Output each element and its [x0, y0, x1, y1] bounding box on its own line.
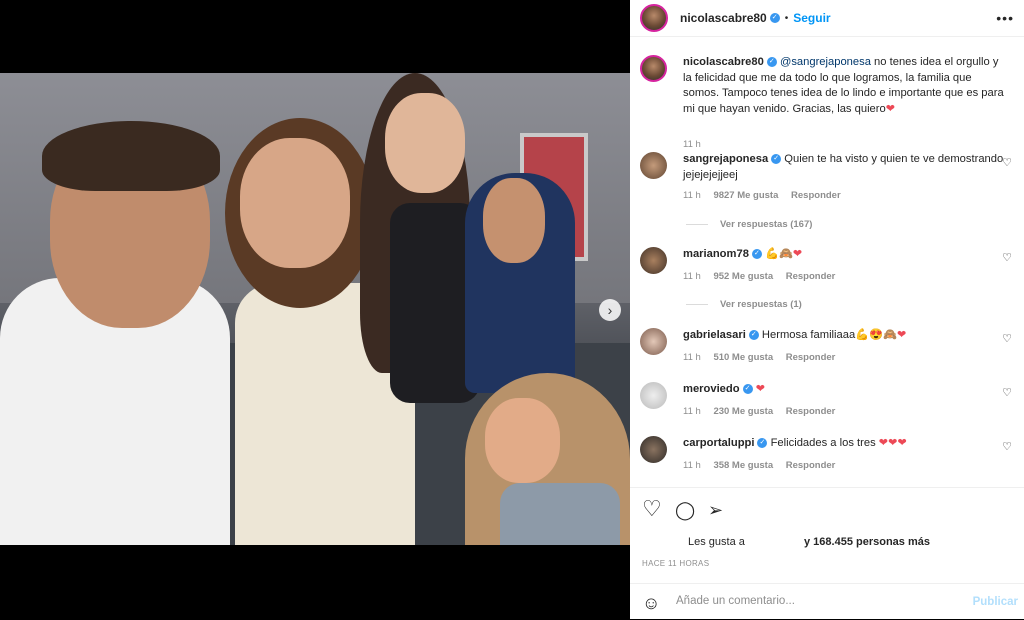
- caption-author-avatar[interactable]: [640, 55, 667, 82]
- comment-input[interactable]: [674, 594, 958, 608]
- more-options-icon[interactable]: •••: [996, 10, 1014, 26]
- caption-meta: 11 h: [683, 139, 711, 150]
- verified-badge-icon: ✓: [757, 438, 768, 449]
- comment-likes[interactable]: 952 Me gusta: [713, 271, 773, 282]
- comment-time: 11 h: [683, 271, 701, 282]
- like-comment-heart-icon[interactable]: ♡: [1002, 386, 1012, 399]
- verified-badge-icon: ✓: [748, 330, 759, 341]
- commenter-username[interactable]: gabrielasari: [683, 329, 746, 341]
- verified-badge-icon: ✓: [742, 384, 753, 395]
- photo-blonde-top: [500, 483, 620, 545]
- comment-text: 💪🙈: [765, 248, 793, 260]
- commenter-avatar[interactable]: [640, 382, 667, 409]
- like-comment-heart-icon[interactable]: ♡: [1002, 251, 1012, 264]
- comment-text-block: gabrielasari ✓ Hermosa familiaaa💪😍🙈❤: [683, 328, 1005, 344]
- reply-button[interactable]: Responder: [786, 406, 836, 417]
- comment-text-block: sangrejaponesa ✓ Quien te ha visto y quie…: [683, 152, 1005, 183]
- comment-meta: 11 h 9827 Me gusta Responder: [683, 190, 851, 201]
- view-replies-button[interactable]: Ver respuestas (167): [686, 219, 812, 230]
- post-time-ago: HACE 11 HORAS: [642, 559, 710, 568]
- photo-man-hair: [42, 121, 220, 191]
- comment-time: 11 h: [683, 406, 701, 417]
- commenter-avatar[interactable]: [640, 152, 667, 179]
- caption-time: 11 h: [683, 139, 701, 150]
- like-comment-heart-icon[interactable]: ♡: [1002, 332, 1012, 345]
- caption-author-username[interactable]: nicolascabre80: [683, 56, 764, 68]
- comments-list[interactable]: nicolascabre80 ✓ @sangrejaponesa no tenes…: [630, 37, 1024, 487]
- verified-badge-icon: ✓: [766, 57, 777, 68]
- photo-woman-face: [385, 93, 465, 193]
- comment-time: 11 h: [683, 460, 701, 471]
- view-replies-button[interactable]: Ver respuestas (1): [686, 299, 802, 310]
- reply-button[interactable]: Responder: [791, 190, 841, 201]
- comment-icon[interactable]: ◯: [675, 500, 695, 521]
- likes-prefix: Les gusta a: [688, 536, 745, 548]
- red-heart-icon: ❤: [755, 383, 766, 395]
- share-icon[interactable]: ➢: [708, 500, 723, 521]
- red-heart-icon: ❤: [885, 102, 896, 115]
- comment-likes[interactable]: 510 Me gusta: [713, 352, 773, 363]
- like-heart-icon[interactable]: ♡: [642, 496, 662, 522]
- post-header: nicolascabre80 ✓ • Seguir •••: [630, 0, 1024, 37]
- likes-count: y 168.455 personas más: [804, 536, 930, 548]
- commenter-username[interactable]: carportaluppi: [683, 437, 754, 449]
- caption-mention-link[interactable]: @sangrejaponesa: [780, 56, 871, 68]
- commenter-username[interactable]: marianom78: [683, 248, 749, 260]
- photo-girl-face: [240, 138, 350, 268]
- verified-badge-icon: ✓: [771, 154, 782, 165]
- caption-text-block: nicolascabre80 ✓ @sangrejaponesa no tenes…: [683, 55, 1005, 117]
- emoji-icon[interactable]: ☺: [642, 593, 660, 614]
- comment-meta: 11 h 230 Me gusta Responder: [683, 406, 845, 417]
- photo-blonde-face: [485, 398, 560, 483]
- red-heart-icon: ❤: [792, 248, 803, 260]
- commenter-username[interactable]: meroviedo: [683, 383, 740, 395]
- author-avatar[interactable]: [640, 4, 668, 32]
- commenter-avatar[interactable]: [640, 247, 667, 274]
- reply-button[interactable]: Responder: [786, 352, 836, 363]
- post-actions-bar: ♡ ◯ ➢ Les gusta a y 168.455 personas más…: [630, 487, 1024, 583]
- comment-meta: 11 h 952 Me gusta Responder: [683, 271, 845, 282]
- comment-likes[interactable]: 9827 Me gusta: [713, 190, 778, 201]
- comment-meta: 11 h 510 Me gusta Responder: [683, 352, 845, 363]
- post-details-pane: nicolascabre80 ✓ • Seguir ••• nicolascab…: [630, 0, 1024, 619]
- commenter-username[interactable]: sangrejaponesa: [683, 153, 768, 165]
- photo-glasses-woman-face: [483, 178, 545, 263]
- likes-count-link[interactable]: y 168.455 personas más: [804, 536, 930, 548]
- publish-button[interactable]: Publicar: [973, 596, 1018, 608]
- comment-likes[interactable]: 230 Me gusta: [713, 406, 773, 417]
- reply-button[interactable]: Responder: [786, 460, 836, 471]
- red-heart-icon: ❤❤❤: [878, 437, 907, 449]
- comment-time: 11 h: [683, 352, 701, 363]
- comment-text-block: carportaluppi ✓ Felicidades a los tres ❤❤…: [683, 436, 1005, 452]
- reply-button[interactable]: Responder: [786, 271, 836, 282]
- add-comment-bar: ☺ Publicar: [630, 583, 1024, 620]
- comment-meta: 11 h 358 Me gusta Responder: [683, 460, 845, 471]
- commenter-avatar[interactable]: [640, 436, 667, 463]
- verified-badge-icon: ✓: [769, 13, 780, 23]
- post-photo[interactable]: [0, 73, 630, 545]
- separator-dot: •: [784, 12, 789, 24]
- comment-text-block: marianom78 ✓ 💪🙈❤: [683, 247, 1005, 263]
- follow-button[interactable]: Seguir: [793, 11, 830, 25]
- red-heart-icon: ❤: [896, 329, 907, 341]
- like-comment-heart-icon[interactable]: ♡: [1002, 440, 1012, 453]
- next-photo-button[interactable]: ›: [599, 299, 621, 321]
- post-media-pane: ›: [0, 0, 630, 619]
- comment-time: 11 h: [683, 190, 701, 201]
- comment-text: Felicidades a los tres: [770, 437, 876, 449]
- author-username[interactable]: nicolascabre80: [680, 11, 767, 25]
- like-comment-heart-icon[interactable]: ♡: [1002, 156, 1012, 169]
- verified-badge-icon: ✓: [751, 249, 762, 260]
- comment-likes[interactable]: 358 Me gusta: [713, 460, 773, 471]
- comment-text-block: meroviedo ✓ ❤: [683, 382, 1005, 398]
- comment-text: Hermosa familiaaa💪😍🙈: [761, 329, 897, 341]
- chevron-right-icon: ›: [607, 302, 613, 318]
- commenter-avatar[interactable]: [640, 328, 667, 355]
